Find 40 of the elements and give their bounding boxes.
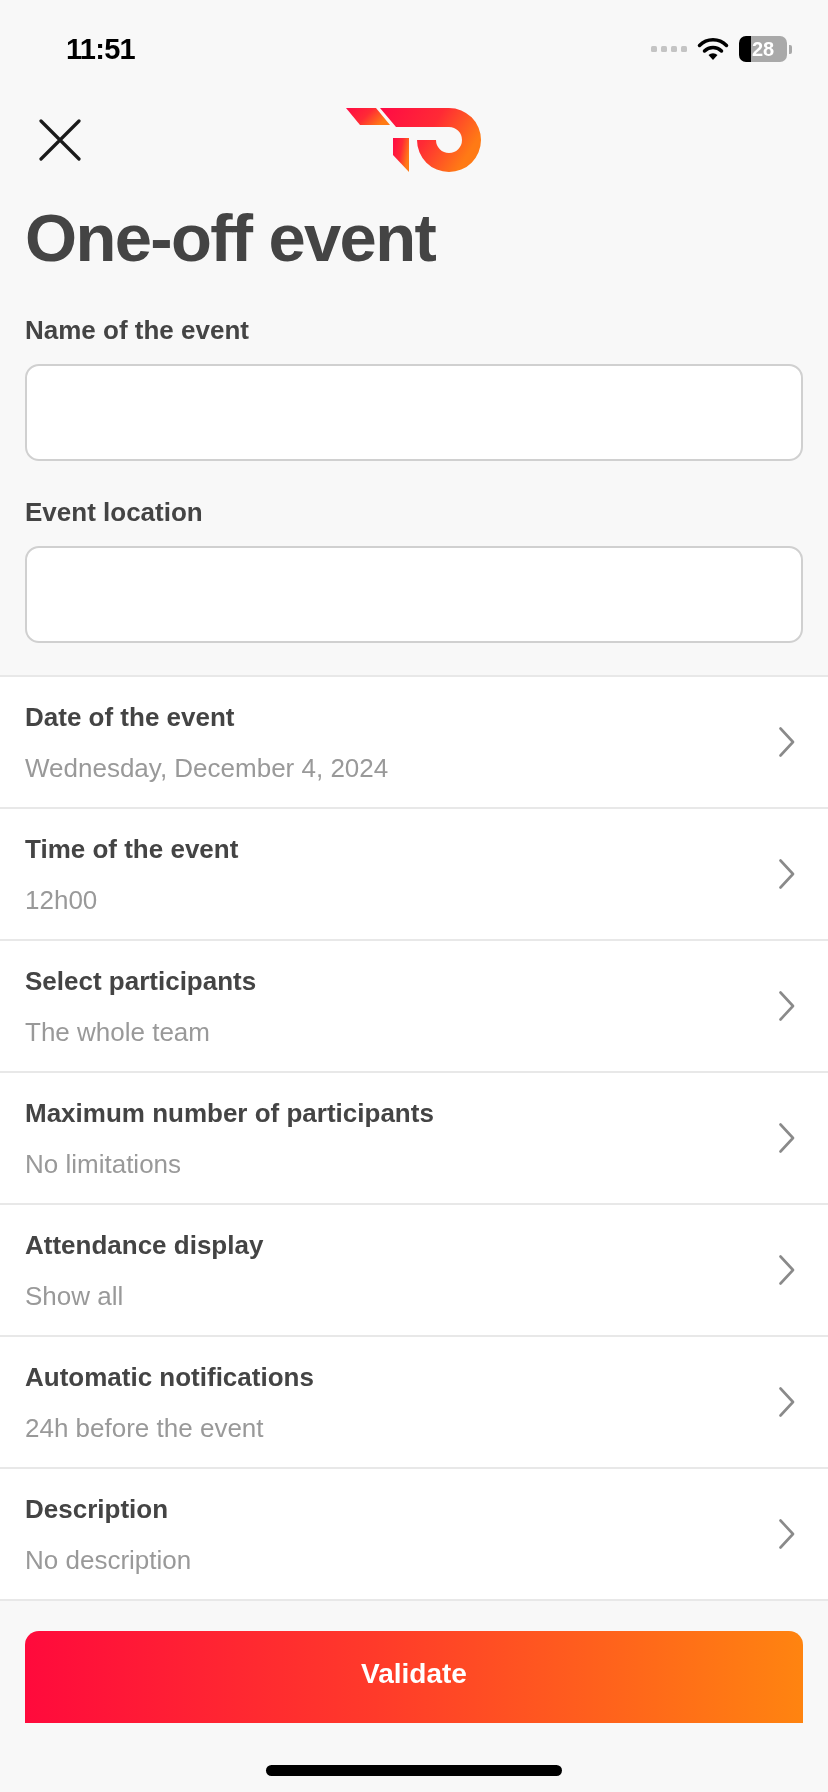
text-input[interactable] [25, 364, 803, 461]
setting-label: Attendance display [25, 1228, 264, 1261]
setting-row[interactable]: Time of the event 12h00 [0, 809, 828, 941]
close-icon [39, 119, 81, 161]
setting-row[interactable]: Date of the event Wednesday, December 4, 2024 [0, 677, 828, 809]
setting-label: Select participants [25, 964, 257, 997]
battery-indicator: 28 [739, 36, 792, 62]
chevron-right-icon [779, 1123, 795, 1153]
signal-icon [651, 46, 687, 52]
setting-label: Description [25, 1492, 169, 1525]
text-input[interactable] [25, 546, 803, 643]
setting-value: Show all [25, 1279, 124, 1312]
chevron-right-icon [779, 991, 795, 1021]
chevron-right-icon [779, 859, 795, 889]
page-title: One-off event [24, 202, 437, 274]
chevron-right-icon [779, 1519, 795, 1549]
setting-row[interactable]: Select participants The whole team [0, 941, 828, 1073]
chevron-right-icon [779, 1255, 795, 1285]
wifi-icon [697, 38, 729, 60]
setting-value: The whole team [25, 1015, 210, 1048]
close-button[interactable] [39, 119, 81, 161]
setting-row[interactable]: Description No description [0, 1469, 828, 1601]
status-time: 11:51 [66, 34, 135, 64]
setting-value: No description [25, 1543, 192, 1576]
setting-value: 12h00 [25, 883, 98, 916]
setting-label: Automatic notifications [25, 1360, 314, 1393]
chevron-right-icon [779, 1387, 795, 1417]
setting-value: 24h before the event [25, 1411, 264, 1444]
chevron-right-icon [779, 727, 795, 757]
setting-label: Date of the event [25, 700, 235, 733]
setting-label: Maximum number of participants [25, 1096, 434, 1129]
logo-icon [346, 108, 482, 172]
setting-row[interactable]: Maximum number of participants No limitations [0, 1073, 828, 1205]
field-label: Name of the event [25, 314, 249, 346]
setting-value: No limitations [25, 1147, 182, 1180]
setting-label: Time of the event [25, 832, 239, 865]
field-label: Event location [25, 496, 203, 528]
setting-row[interactable]: Automatic notifications 24h before the event [0, 1337, 828, 1469]
setting-value: Wednesday, December 4, 2024 [25, 751, 389, 784]
setting-row[interactable]: Attendance display Show all [0, 1205, 828, 1337]
